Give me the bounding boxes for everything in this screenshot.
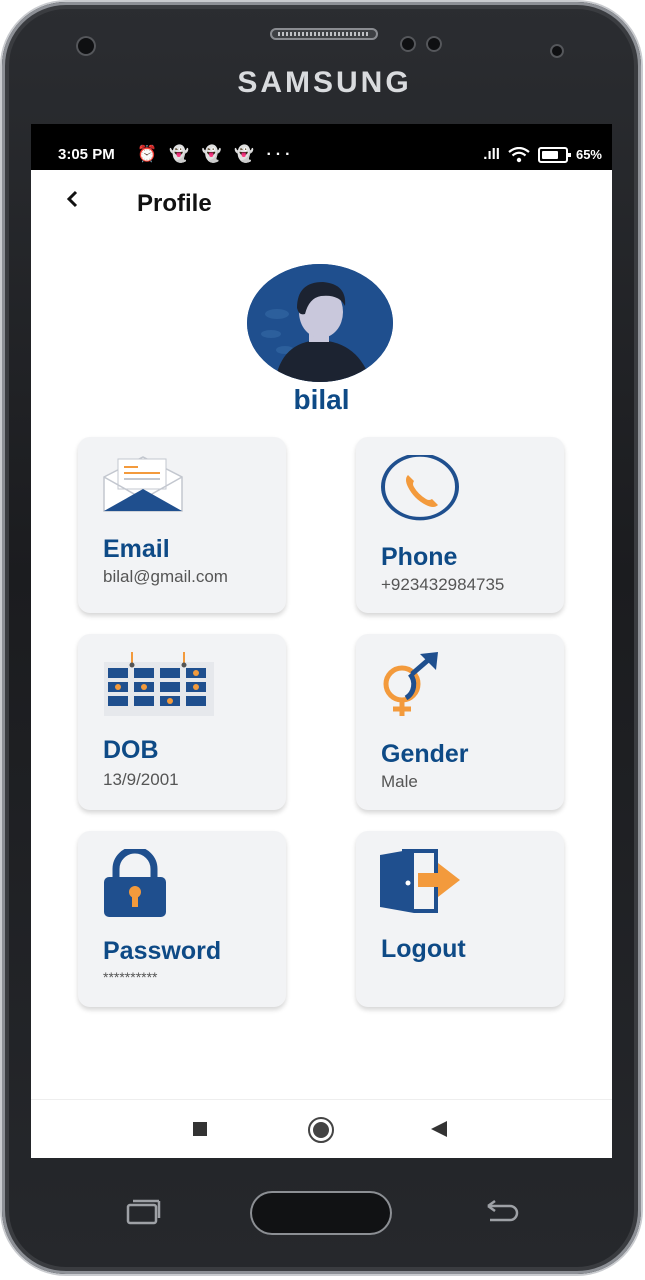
avatar[interactable] xyxy=(247,264,393,382)
email-title: Email xyxy=(103,535,170,563)
signal-icon: .ıll xyxy=(483,146,500,163)
recents-nav-icon[interactable] xyxy=(191,1120,209,1138)
user-avatar-icon xyxy=(247,264,393,382)
wifi-icon xyxy=(508,146,530,162)
email-value: bilal@gmail.com xyxy=(103,567,228,586)
ambient-sensor xyxy=(550,44,564,58)
password-title: Password xyxy=(103,937,222,965)
battery-level: 65% xyxy=(575,147,602,162)
notification-icons: ⏰ 👻 👻 👻 ··· xyxy=(137,146,295,163)
gender-icon xyxy=(383,652,438,716)
dob-value: 13/9/2001 xyxy=(103,770,179,789)
phone-card[interactable]: Phone +923432984735 xyxy=(356,437,564,613)
front-camera xyxy=(400,36,416,52)
envelope-icon xyxy=(103,456,183,512)
profile-name: bilal xyxy=(293,384,350,415)
profile-screen: Profile bilal Email bilal@gmail.com Phon… xyxy=(31,170,612,1158)
recents-hardware-icon[interactable] xyxy=(124,1198,164,1228)
password-value: ********** xyxy=(103,969,158,985)
device-screen: 3:05 PM ⏰ 👻 👻 👻 ··· .ıll 65% Profile bil… xyxy=(31,124,612,1158)
gender-card[interactable]: Gender Male xyxy=(356,634,564,810)
status-right: .ıll 65% xyxy=(483,146,602,163)
device-brand: SAMSUNG xyxy=(237,66,412,99)
logout-door-icon xyxy=(380,849,460,913)
dob-title: DOB xyxy=(103,736,159,764)
android-navigation-bar xyxy=(31,1099,612,1158)
earpiece-speaker xyxy=(270,28,378,40)
front-sensor xyxy=(76,36,96,56)
status-time: 3:05 PM xyxy=(58,146,115,163)
gender-value: Male xyxy=(381,772,418,791)
calendar-icon xyxy=(104,652,214,716)
phone-value: +923432984735 xyxy=(381,575,505,594)
dob-card[interactable]: DOB 13/9/2001 xyxy=(78,634,286,810)
phone-icon xyxy=(381,455,459,521)
back-hardware-icon[interactable] xyxy=(480,1198,522,1228)
status-bar: 3:05 PM ⏰ 👻 👻 👻 ··· .ıll 65% xyxy=(31,124,612,170)
proximity-sensor xyxy=(426,36,442,52)
password-card[interactable]: Password ********** xyxy=(78,831,286,1007)
lock-icon xyxy=(104,849,166,917)
back-nav-icon[interactable] xyxy=(429,1120,449,1138)
chevron-left-icon xyxy=(66,190,78,208)
email-card[interactable]: Email bilal@gmail.com xyxy=(78,437,286,613)
home-hardware-button[interactable] xyxy=(250,1191,392,1235)
battery-icon xyxy=(537,146,571,163)
logout-title: Logout xyxy=(381,935,466,963)
gender-title: Gender xyxy=(381,740,469,768)
home-nav-icon[interactable] xyxy=(307,1116,335,1144)
phone-title: Phone xyxy=(381,543,458,571)
logout-card[interactable]: Logout xyxy=(356,831,564,1007)
page-title: Profile xyxy=(137,190,212,217)
back-button[interactable] xyxy=(65,186,81,217)
